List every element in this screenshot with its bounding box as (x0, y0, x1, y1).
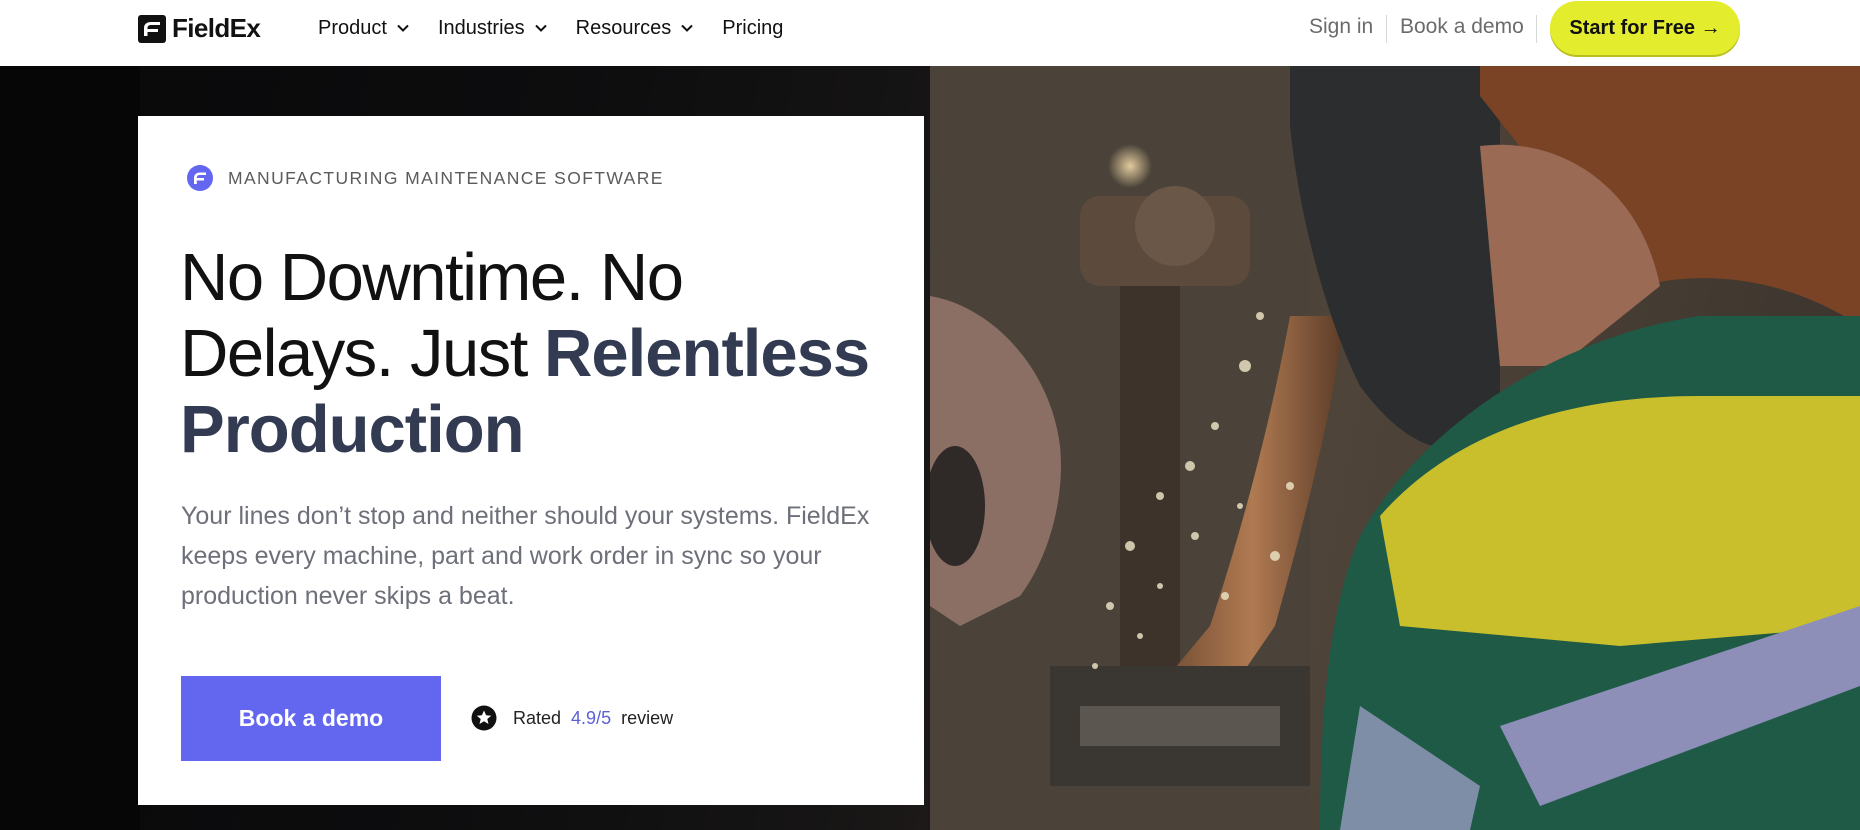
fieldex-logo[interactable]: FieldEx (138, 13, 261, 44)
chevron-down-icon (681, 24, 693, 32)
chevron-down-icon (397, 24, 409, 32)
nav-divider (1386, 15, 1387, 43)
sign-in-link[interactable]: Sign in (1309, 15, 1373, 39)
fieldex-badge-icon (187, 165, 213, 191)
nav-item-resources[interactable]: Resources (576, 17, 695, 40)
top-navigation: FieldEx Product Industries Resources Pri… (0, 0, 1860, 66)
main-menu: Product Industries Resources Pricing (318, 0, 811, 56)
rating-suffix: review (621, 707, 674, 728)
nav-item-label: Pricing (722, 16, 784, 39)
nav-item-pricing[interactable]: Pricing (722, 17, 783, 40)
nav-item-industries[interactable]: Industries (438, 17, 548, 40)
hero-subtext: Your lines don’t stop and neither should… (181, 502, 870, 610)
nav-item-label: Product (318, 16, 387, 39)
fieldex-logo-icon (138, 14, 166, 43)
nav-item-label: Industries (437, 16, 525, 39)
start-for-free-button[interactable]: Start for Free → (1550, 1, 1740, 55)
eyebrow: MANUFACTURING MAINTENANCE SOFTWARE (186, 164, 664, 192)
hero-headline: No Downtime. No Delays. Just Relentless … (180, 240, 900, 468)
star-icon (471, 705, 497, 731)
rating-prefix: Rated (513, 707, 562, 728)
book-demo-button[interactable]: Book a demo (181, 676, 441, 761)
hero-card: MANUFACTURING MAINTENANCE SOFTWARE No Do… (138, 116, 924, 805)
rating: Rated 4.9/5 review (471, 705, 673, 731)
book-demo-link[interactable]: Book a demo (1400, 15, 1524, 39)
nav-divider (1536, 15, 1537, 43)
rating-value: 4.9/5 (571, 707, 612, 728)
chevron-down-icon (534, 24, 547, 32)
eyebrow-text: MANUFACTURING MAINTENANCE SOFTWARE (228, 167, 664, 188)
nav-item-product[interactable]: Product (318, 17, 410, 40)
brand-name: FieldEx (172, 13, 261, 43)
nav-item-label: Resources (575, 16, 672, 39)
